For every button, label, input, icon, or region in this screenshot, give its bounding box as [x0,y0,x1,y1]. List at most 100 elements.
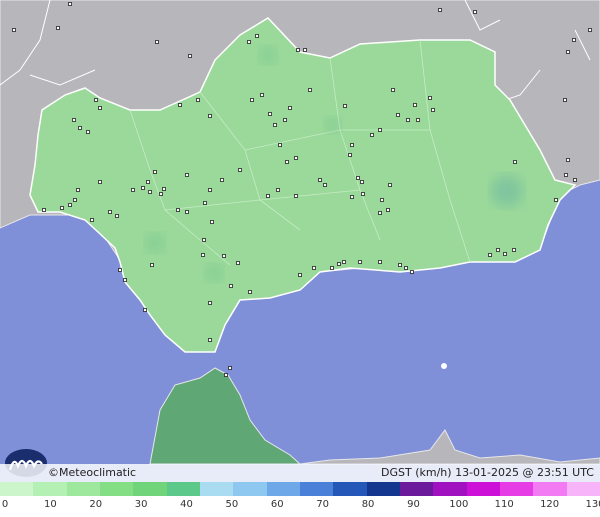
station-marker-icon [208,114,212,118]
legend-color-swatch [199,482,234,496]
station-marker-icon [276,188,280,192]
station-marker-icon [155,40,159,44]
station-marker-icon [56,26,60,30]
station-marker-icon [185,173,189,177]
legend-color-swatch [499,482,534,496]
station-marker-icon [496,248,500,252]
legend-tick-labels: 0 10 20 30 40 50 60 70 80 90 100 110 120 130 [0,499,600,513]
station-marker-icon [360,180,364,184]
color-legend: 0 10 20 30 40 50 60 70 80 90 100 110 120 130 [0,482,600,517]
station-marker-icon [378,128,382,132]
station-marker-icon [588,28,592,32]
station-marker-icon [438,8,442,12]
station-marker-icon [203,201,207,205]
legend-color-swatch [33,482,67,496]
station-marker-icon [178,103,182,107]
station-marker-icon [268,112,272,116]
wind-patch [491,175,523,207]
brand-label: ©Meteoclimatic [48,466,137,479]
station-marker-icon [503,252,507,256]
station-marker-icon [350,143,354,147]
map-canvas [0,0,600,517]
legend-color-swatch [433,482,467,496]
legend-tick-label: 130 [585,499,600,510]
legend-color-swatch [233,482,267,496]
alboran-island [441,363,447,369]
wind-patch [205,264,223,282]
station-marker-icon [337,262,341,266]
station-marker-icon [115,214,119,218]
station-marker-icon [118,268,122,272]
legend-tick-label: 90 [407,499,420,510]
station-marker-icon [404,266,408,270]
station-marker-icon [188,54,192,58]
station-marker-icon [318,178,322,182]
legend-tick-label: 120 [540,499,560,510]
station-marker-icon [396,113,400,117]
wind-patch [145,233,165,253]
station-marker-icon [98,180,102,184]
station-marker-icon [236,261,240,265]
station-marker-icon [294,194,298,198]
legend-tick-label: 40 [180,499,193,510]
legend-tick-label: 20 [89,499,103,510]
station-marker-icon [512,248,516,252]
station-marker-icon [224,373,228,377]
station-marker-icon [566,158,570,162]
station-marker-icon [222,254,226,258]
station-marker-icon [150,263,154,267]
station-marker-icon [386,208,390,212]
station-marker-icon [210,220,214,224]
station-marker-icon [208,188,212,192]
station-marker-icon [68,203,72,207]
wind-gust-map: ©Meteoclimatic DGST (km/h) 13-01-2025 @ … [0,0,600,517]
station-marker-icon [356,176,360,180]
station-marker-icon [343,104,347,108]
legend-color-swatch [0,482,34,496]
station-marker-icon [428,96,432,100]
station-marker-icon [342,260,346,264]
station-marker-icon [220,178,224,182]
legend-tick-label: 80 [361,499,375,510]
station-marker-icon [201,253,205,257]
legend-tick-label: 30 [134,499,148,510]
station-marker-icon [141,186,145,190]
legend-color-swatch [299,482,334,496]
station-marker-icon [288,106,292,110]
legend-tick-label: 60 [270,499,284,510]
station-marker-icon [255,34,259,38]
legend-tick-label: 50 [225,499,239,510]
station-marker-icon [159,192,163,196]
station-marker-icon [296,48,300,52]
station-marker-icon [413,103,417,107]
station-marker-icon [298,273,302,277]
station-marker-icon [250,98,254,102]
station-marker-icon [431,108,435,112]
legend-color-swatch [99,482,134,496]
station-marker-icon [348,153,352,157]
station-marker-icon [153,170,157,174]
station-marker-icon [123,278,127,282]
station-marker-icon [228,366,232,370]
legend-color-swatch [366,482,400,496]
station-marker-icon [380,198,384,202]
legend-tick-label: 110 [494,499,514,510]
station-marker-icon [285,160,289,164]
station-marker-icon [398,263,402,267]
station-marker-icon [388,183,392,187]
station-marker-icon [12,28,16,32]
station-marker-icon [350,195,354,199]
legend-colorbar [0,482,600,496]
station-marker-icon [148,190,152,194]
station-marker-icon [303,48,307,52]
legend-color-swatch [533,482,567,496]
station-marker-icon [563,98,567,102]
station-marker-icon [196,98,200,102]
station-marker-icon [406,118,410,122]
station-marker-icon [76,188,80,192]
station-marker-icon [90,218,94,222]
legend-tick-label: 10 [44,499,57,510]
station-marker-icon [488,253,492,257]
station-marker-icon [176,208,180,212]
station-marker-icon [554,198,558,202]
